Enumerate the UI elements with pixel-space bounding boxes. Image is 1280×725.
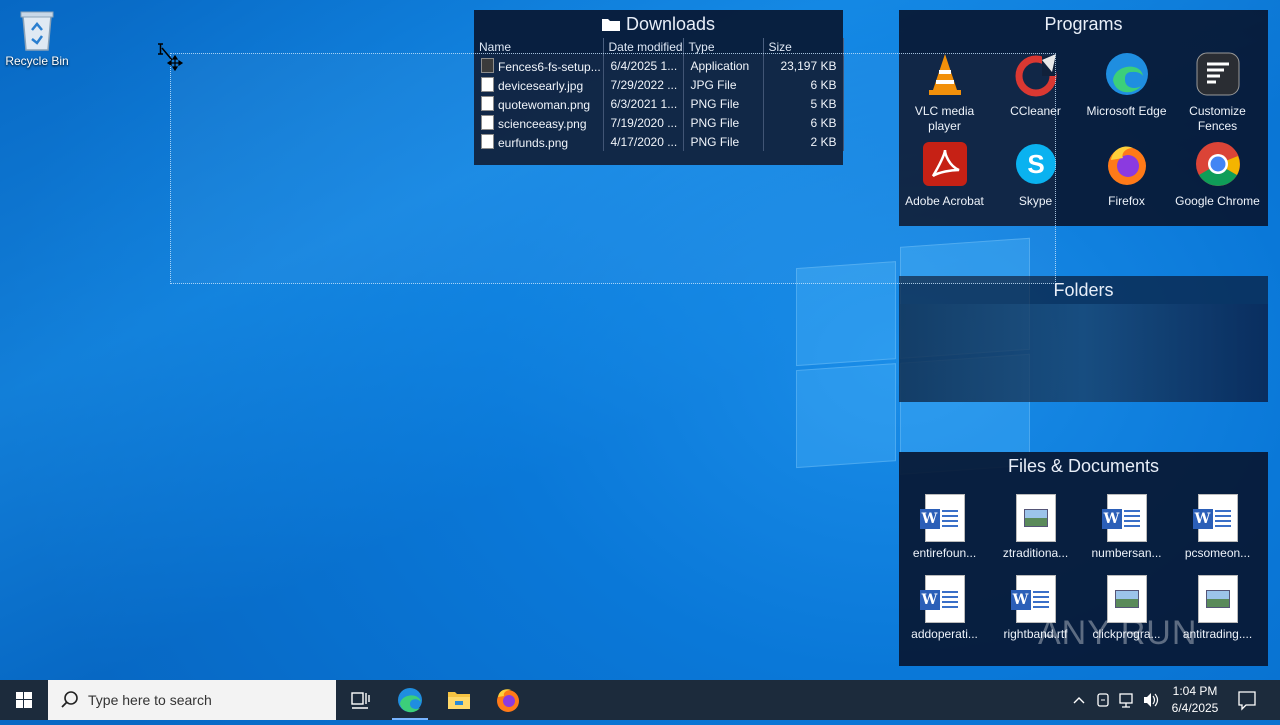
clock-time: 1:04 PM: [1172, 684, 1218, 698]
search-placeholder: Type here to search: [88, 692, 212, 708]
folders-fence[interactable]: Folders: [899, 276, 1268, 402]
taskbar-clock[interactable]: 1:04 PM 6/4/2025: [1160, 683, 1230, 717]
taskbar-edge-button[interactable]: [386, 680, 434, 720]
file-label: addoperati...: [911, 627, 978, 641]
file-label: entirefoun...: [912, 546, 977, 560]
search-icon: [61, 691, 78, 708]
taskbar-file-explorer-button[interactable]: [435, 680, 483, 720]
program-customize-fences[interactable]: Customize Fences: [1172, 50, 1263, 134]
show-hidden-icons-chevron-icon[interactable]: [1070, 680, 1088, 720]
image-document-icon: [1015, 494, 1056, 542]
edge-icon: [398, 688, 422, 713]
image-document-icon: [1197, 575, 1238, 623]
program-label: Microsoft Edge: [1086, 104, 1167, 118]
folders-fence-body: [899, 304, 1268, 402]
network-icon[interactable]: [1118, 680, 1136, 720]
firefox-icon: [497, 689, 519, 712]
word-document-icon: W: [919, 494, 965, 542]
program-chrome[interactable]: Google Chrome: [1172, 140, 1263, 209]
fences-icon: [1196, 52, 1239, 96]
word-document-icon: W: [1192, 494, 1238, 542]
move-cursor-icon: [158, 43, 184, 72]
notifications-icon[interactable]: [1236, 680, 1258, 720]
anyrun-watermark: ANY RUN: [1038, 614, 1198, 652]
task-view-button[interactable]: [336, 680, 384, 720]
edge-icon: [1105, 53, 1148, 95]
volume-icon[interactable]: [1141, 680, 1161, 720]
taskbar-firefox-button[interactable]: [484, 680, 532, 720]
word-document-icon: W: [919, 575, 965, 623]
file-label: ztraditiona...: [1002, 546, 1069, 560]
file-item[interactable]: W numbersan...: [1081, 494, 1172, 561]
clock-date: 6/4/2025: [1171, 701, 1219, 715]
recycle-bin[interactable]: Recycle Bin: [4, 8, 70, 68]
taskbar: Type here to search 1:04 PM 6/4/2025: [0, 680, 1280, 720]
firefox-icon: [1107, 146, 1146, 185]
start-button[interactable]: [0, 680, 48, 720]
program-edge[interactable]: Microsoft Edge: [1081, 50, 1172, 134]
recycle-bin-label: Recycle Bin: [5, 54, 69, 68]
task-view-icon: [351, 692, 370, 709]
program-label: Firefox: [1108, 194, 1145, 208]
word-document-icon: W: [1101, 494, 1147, 542]
file-item[interactable]: W addoperati...: [899, 575, 990, 642]
file-item[interactable]: W entirefoun...: [899, 494, 990, 561]
file-explorer-icon: [448, 692, 470, 709]
chrome-icon: [1195, 142, 1240, 186]
device-icon[interactable]: [1094, 680, 1112, 720]
file-label: pcsomeon...: [1184, 546, 1251, 560]
file-item[interactable]: ztraditiona...: [990, 494, 1081, 561]
program-firefox[interactable]: Firefox: [1081, 140, 1172, 209]
windows-start-icon: [16, 692, 32, 708]
files-fence-title[interactable]: Files & Documents: [899, 452, 1268, 480]
programs-fence-title[interactable]: Programs: [899, 10, 1268, 38]
program-label: Customize Fences: [1189, 104, 1246, 133]
file-label: numbersan...: [1091, 546, 1162, 560]
downloads-fence-title[interactable]: Downloads: [474, 10, 843, 38]
selection-rectangle: [170, 53, 1056, 284]
taskbar-search-box[interactable]: Type here to search: [48, 680, 336, 720]
downloads-title-text: Downloads: [625, 14, 716, 34]
folder-icon: [601, 19, 620, 31]
recycle-bin-icon: [20, 11, 54, 51]
file-item[interactable]: W pcsomeon...: [1172, 494, 1263, 561]
program-label: Google Chrome: [1175, 194, 1260, 208]
